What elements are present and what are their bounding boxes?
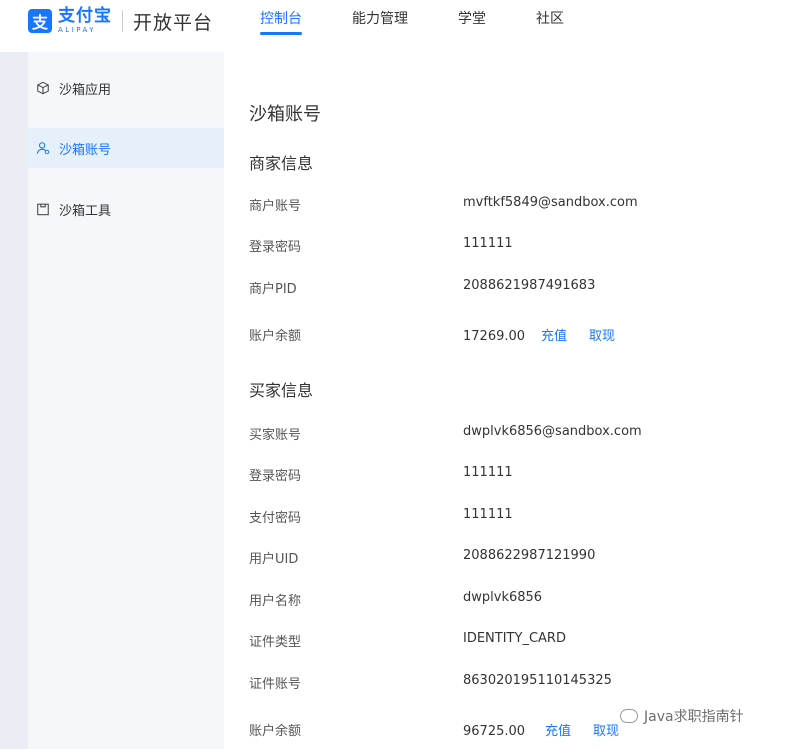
merchant-password-value: 111111 xyxy=(463,236,513,251)
buyer-balance-value: 96725.00 xyxy=(463,724,526,739)
wechat-icon xyxy=(620,709,638,723)
buyer-name-value: dwplvk6856 xyxy=(463,590,543,605)
merchant-balance-row: 17269.00 充值 取现 xyxy=(463,325,615,344)
merchant-balance-label: 账户余额 xyxy=(249,329,302,344)
nav-console[interactable]: 控制台 xyxy=(260,0,302,52)
sidebar-item-label: 沙箱工具 xyxy=(59,203,112,219)
merchant-balance-value: 17269.00 xyxy=(463,329,526,344)
buyer-withdraw-link[interactable]: 取现 xyxy=(593,724,619,739)
merchant-account-value: mvftkf5849@sandbox.com xyxy=(463,195,638,210)
tool-icon xyxy=(37,203,49,216)
merchant-pid-value: 2088621987491683 xyxy=(463,278,596,293)
logo-chinese-text: 支付宝 xyxy=(58,6,112,26)
user-icon xyxy=(36,142,50,155)
buyer-uid-value: 2088622987121990 xyxy=(463,548,596,563)
buyer-account-label: 买家账号 xyxy=(249,428,302,443)
page-title: 沙箱账号 xyxy=(249,104,321,125)
watermark: Java求职指南针 xyxy=(620,706,744,726)
alipay-logo-icon: 支 xyxy=(28,9,52,33)
buyer-login-password-value: 111111 xyxy=(463,465,513,480)
buyer-pay-password-value: 111111 xyxy=(463,507,513,522)
merchant-withdraw-link[interactable]: 取现 xyxy=(589,329,615,344)
merchant-section-title: 商家信息 xyxy=(249,154,314,173)
sidebar-item-label: 沙箱账号 xyxy=(59,142,112,158)
nav-community[interactable]: 社区 xyxy=(536,0,564,52)
nav-academy[interactable]: 学堂 xyxy=(458,0,486,52)
buyer-id-number-value: 863020195110145325 xyxy=(463,673,612,688)
merchant-password-label: 登录密码 xyxy=(249,240,302,255)
buyer-recharge-link[interactable]: 充值 xyxy=(545,724,571,739)
main-content: 沙箱账号 商家信息 商户账号 mvftkf5849@sandbox.com 登录… xyxy=(224,52,799,749)
top-navigation-bar: 支 支付宝 ALIPAY 开放平台 控制台 能力管理 学堂 社区 xyxy=(0,0,799,52)
buyer-name-label: 用户名称 xyxy=(249,594,302,609)
sidebar-item-sandbox-tools[interactable]: 沙箱工具 xyxy=(28,189,224,229)
merchant-account-label: 商户账号 xyxy=(249,199,302,214)
buyer-balance-row: 96725.00 充值 取现 xyxy=(463,720,619,739)
alipay-logo[interactable]: 支 支付宝 ALIPAY 开放平台 xyxy=(28,6,213,36)
buyer-uid-label: 用户UID xyxy=(249,552,299,567)
merchant-recharge-link[interactable]: 充值 xyxy=(541,329,567,344)
buyer-section-title: 买家信息 xyxy=(249,381,314,400)
main-nav: 控制台 能力管理 学堂 社区 xyxy=(240,0,614,52)
merchant-pid-label: 商户PID xyxy=(249,282,297,297)
nav-capability-management[interactable]: 能力管理 xyxy=(352,0,408,52)
sidebar-item-sandbox-account[interactable]: 沙箱账号 xyxy=(28,128,224,168)
logo-english-text: ALIPAY xyxy=(58,26,97,34)
logo-divider xyxy=(122,10,123,32)
buyer-account-value: dwplvk6856@sandbox.com xyxy=(463,424,642,439)
sidebar-item-label: 沙箱应用 xyxy=(59,82,112,98)
buyer-id-type-label: 证件类型 xyxy=(249,635,302,650)
buyer-id-number-label: 证件账号 xyxy=(249,677,302,692)
watermark-text: Java求职指南针 xyxy=(644,709,744,725)
buyer-pay-password-label: 支付密码 xyxy=(249,511,302,526)
sidebar-item-sandbox-app[interactable]: 沙箱应用 xyxy=(28,68,224,108)
sidebar: 沙箱应用 沙箱账号 沙箱工具 xyxy=(0,52,224,749)
product-name: 开放平台 xyxy=(133,11,214,34)
buyer-login-password-label: 登录密码 xyxy=(249,469,302,484)
buyer-id-type-value: IDENTITY_CARD xyxy=(463,631,566,646)
cube-icon xyxy=(37,81,49,95)
buyer-balance-label: 账户余额 xyxy=(249,724,302,739)
